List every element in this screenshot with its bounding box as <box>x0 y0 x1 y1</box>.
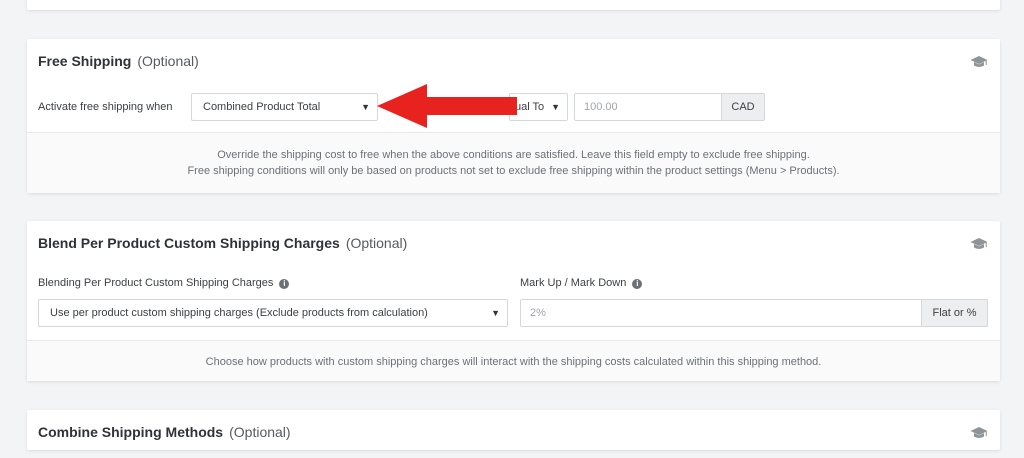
free-shipping-note-line1: Override the shipping cost to free when … <box>217 149 810 161</box>
operator-select-value: ual To <box>515 101 545 113</box>
blending-label-text: Blending Per Product Custom Shipping Cha… <box>38 277 274 289</box>
condition-select-value: Combined Product Total <box>203 101 321 113</box>
free-shipping-amount-input[interactable]: 100.00 <box>574 93 722 121</box>
caret-down-icon: ▼ <box>491 308 500 318</box>
free-shipping-note: Override the shipping cost to free when … <box>27 132 1000 193</box>
info-circle-icon[interactable]: i <box>279 279 290 289</box>
markup-addon-text: Flat or % <box>932 307 977 319</box>
blend-title-text: Blend Per Product Custom Shipping Charge… <box>38 235 340 251</box>
free-shipping-title-text: Free Shipping <box>38 53 132 69</box>
combine-card: Combine Shipping Methods (Optional) <box>27 410 1000 450</box>
free-shipping-title: Free Shipping (Optional) <box>38 53 199 69</box>
currency-addon: CAD <box>722 93 765 121</box>
blending-label: Blending Per Product Custom Shipping Cha… <box>38 277 290 289</box>
blending-select[interactable]: Use per product custom shipping charges … <box>38 299 508 327</box>
caret-down-icon: ▼ <box>551 102 560 112</box>
previous-section-card <box>27 0 1000 10</box>
combine-header: Combine Shipping Methods (Optional) <box>27 410 1000 458</box>
activate-free-shipping-label: Activate free shipping when <box>38 101 173 113</box>
blend-note: Choose how products with custom shipping… <box>27 340 1000 381</box>
blending-select-value: Use per product custom shipping charges … <box>50 307 428 319</box>
blend-note-text: Choose how products with custom shipping… <box>205 356 822 368</box>
blend-optional: (Optional) <box>345 235 408 251</box>
currency-text: CAD <box>731 101 755 113</box>
markup-placeholder: 2% <box>530 307 546 319</box>
blend-title: Blend Per Product Custom Shipping Charge… <box>38 235 407 251</box>
graduation-cap-icon[interactable] <box>970 426 988 440</box>
operator-select[interactable]: ual To ▼ <box>509 93 568 121</box>
markup-label: Mark Up / Mark Down i <box>520 277 643 289</box>
info-circle-icon[interactable]: i <box>632 279 643 289</box>
combine-title-text: Combine Shipping Methods <box>38 424 224 440</box>
graduation-cap-icon[interactable] <box>970 237 988 251</box>
caret-down-icon: ▼ <box>361 102 370 112</box>
free-shipping-header: Free Shipping (Optional) <box>27 39 1000 87</box>
amount-placeholder: 100.00 <box>584 101 618 113</box>
markup-input[interactable]: 2% <box>520 299 922 327</box>
blend-card: Blend Per Product Custom Shipping Charge… <box>27 221 1000 381</box>
free-shipping-optional: (Optional) <box>137 53 199 69</box>
red-arrow-icon <box>377 84 517 128</box>
graduation-cap-icon[interactable] <box>970 55 988 69</box>
markup-label-text: Mark Up / Mark Down <box>520 277 627 289</box>
combine-optional: (Optional) <box>229 424 291 440</box>
markup-addon: Flat or % <box>922 299 988 327</box>
free-shipping-note-line2: Free shipping conditions will only be ba… <box>187 165 840 177</box>
condition-select[interactable]: Combined Product Total ▼ <box>191 93 378 121</box>
blend-header: Blend Per Product Custom Shipping Charge… <box>27 221 1000 269</box>
combine-title: Combine Shipping Methods (Optional) <box>38 424 291 440</box>
